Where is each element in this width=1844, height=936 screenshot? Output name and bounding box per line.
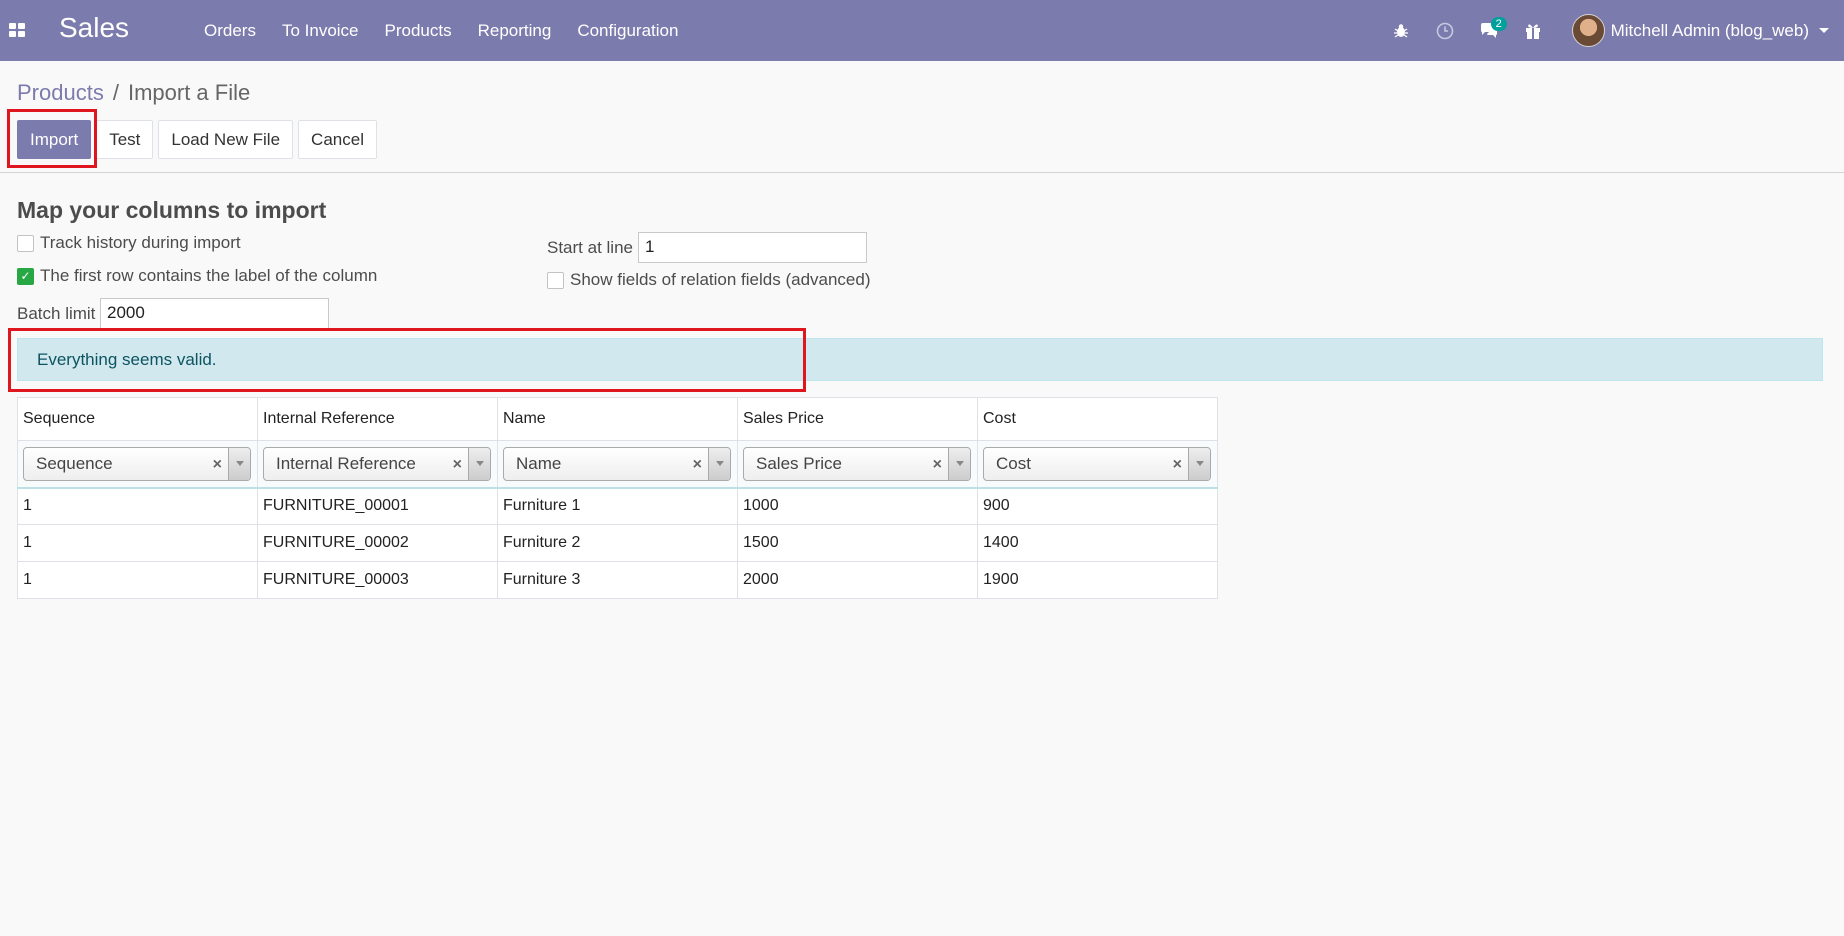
- dropdown-arrow-icon[interactable]: [228, 447, 250, 480]
- column-header: Sequence: [17, 397, 258, 441]
- table-cell: Furniture 3: [497, 561, 738, 599]
- menu-to-invoice[interactable]: To Invoice: [282, 21, 359, 41]
- systray: 2 Mitchell Admin (blog_web): [1386, 0, 1844, 61]
- main-menu: Orders To Invoice Products Reporting Con…: [204, 0, 704, 61]
- menu-configuration[interactable]: Configuration: [577, 21, 678, 41]
- table-cell: Furniture 1: [497, 487, 738, 525]
- column-header: Sales Price: [737, 397, 978, 441]
- show-relations-checkbox[interactable]: [547, 271, 564, 289]
- dropdown-arrow-icon[interactable]: [948, 447, 970, 480]
- mapping-cell: Cost ×: [977, 440, 1218, 489]
- messages-icon[interactable]: 2: [1474, 16, 1507, 46]
- import-preview-table: Sequence Internal Reference Name Sales P…: [17, 397, 1218, 599]
- user-menu[interactable]: Mitchell Admin (blog_web): [1571, 14, 1829, 47]
- track-history-row: Track history during import: [17, 233, 241, 253]
- clear-icon[interactable]: ×: [693, 456, 702, 474]
- dropdown-arrow-icon[interactable]: [1188, 447, 1210, 480]
- app-title: Sales: [59, 12, 130, 43]
- bug-icon[interactable]: [1386, 16, 1416, 46]
- mapping-cell: Internal Reference ×: [257, 440, 498, 489]
- top-navbar: Sales Orders To Invoice Products Reporti…: [0, 0, 1844, 61]
- table-row: 1 FURNITURE_00002 Furniture 2 1500 1400: [17, 524, 1218, 562]
- menu-products[interactable]: Products: [385, 21, 452, 41]
- table-cell: 1000: [737, 487, 978, 525]
- mapping-cell: Sales Price ×: [737, 440, 978, 489]
- table-cell: FURNITURE_00001: [257, 487, 498, 525]
- section-title: Map your columns to import: [17, 197, 327, 223]
- show-relations-label: Show fields of relation fields (advanced…: [570, 270, 871, 289]
- batch-limit-input[interactable]: 2000: [100, 298, 329, 329]
- mapping-value: Internal Reference: [276, 453, 416, 473]
- menu-reporting[interactable]: Reporting: [478, 21, 552, 41]
- clear-icon[interactable]: ×: [213, 456, 222, 474]
- breadcrumb-separator: /: [112, 80, 119, 105]
- field-mapping-select[interactable]: Name ×: [503, 446, 731, 481]
- field-mapping-select[interactable]: Internal Reference ×: [263, 446, 491, 481]
- clear-icon[interactable]: ×: [933, 456, 942, 474]
- clear-icon[interactable]: ×: [1173, 456, 1182, 474]
- menu-orders[interactable]: Orders: [204, 21, 256, 41]
- avatar: [1571, 14, 1605, 47]
- mapping-value: Sales Price: [756, 453, 842, 473]
- dropdown-arrow-icon[interactable]: [468, 447, 490, 480]
- table-cell: FURNITURE_00002: [257, 524, 498, 562]
- table-cell: 1500: [737, 524, 978, 562]
- user-name: Mitchell Admin (blog_web): [1610, 20, 1809, 40]
- table-cell: 1900: [977, 561, 1218, 599]
- breadcrumb-products[interactable]: Products: [17, 80, 104, 105]
- table-row: 1 FURNITURE_00001 Furniture 1 1000 900: [17, 487, 1218, 525]
- table-cell: 1: [17, 524, 258, 562]
- track-history-label: Track history during import: [40, 233, 241, 252]
- show-relations-row: Show fields of relation fields (advanced…: [547, 270, 871, 290]
- table-row: 1 FURNITURE_00003 Furniture 3 2000 1900: [17, 561, 1218, 599]
- table-cell: 1: [17, 487, 258, 525]
- first-row-checkbox[interactable]: ✓: [17, 267, 34, 285]
- column-header: Name: [497, 397, 738, 441]
- batch-limit-label: Batch limit: [17, 304, 96, 323]
- chevron-down-icon: [1819, 28, 1829, 33]
- first-row-label: The first row contains the label of the …: [40, 266, 378, 285]
- dropdown-arrow-icon[interactable]: [708, 447, 730, 480]
- load-new-file-button[interactable]: Load New File: [158, 120, 294, 159]
- table-cell: FURNITURE_00003: [257, 561, 498, 599]
- breadcrumb-current: Import a File: [127, 80, 251, 105]
- start-line-label: Start at line: [547, 238, 633, 257]
- gift-icon[interactable]: [1518, 16, 1548, 46]
- import-highlight-box: [7, 109, 97, 168]
- cancel-button[interactable]: Cancel: [298, 120, 377, 159]
- column-header: Internal Reference: [257, 397, 498, 441]
- first-row-label-row: ✓ The first row contains the label of th…: [17, 266, 377, 286]
- alert-highlight-box: [8, 328, 806, 392]
- mapping-value: Sequence: [36, 453, 113, 473]
- mapping-cell: Name ×: [497, 440, 738, 489]
- mapping-value: Cost: [996, 453, 1031, 473]
- breadcrumb: Products / Import a File: [17, 80, 250, 106]
- mapping-cell: Sequence ×: [17, 440, 258, 489]
- field-mapping-select[interactable]: Sales Price ×: [743, 446, 971, 481]
- test-button[interactable]: Test: [96, 120, 154, 159]
- clock-icon[interactable]: [1430, 16, 1460, 46]
- apps-menu-icon[interactable]: [9, 23, 25, 37]
- table-cell: 1: [17, 561, 258, 599]
- track-history-checkbox[interactable]: [17, 234, 34, 252]
- messages-badge: 2: [1490, 16, 1507, 31]
- field-mapping-select[interactable]: Cost ×: [983, 446, 1211, 481]
- divider: [0, 172, 1844, 173]
- start-line-input[interactable]: 1: [638, 232, 867, 263]
- table-cell: 900: [977, 487, 1218, 525]
- table-cell: 2000: [737, 561, 978, 599]
- mapping-value: Name: [516, 453, 562, 473]
- field-mapping-select[interactable]: Sequence ×: [23, 446, 251, 481]
- clear-icon[interactable]: ×: [453, 456, 462, 474]
- column-header: Cost: [977, 397, 1218, 441]
- table-cell: Furniture 2: [497, 524, 738, 562]
- table-cell: 1400: [977, 524, 1218, 562]
